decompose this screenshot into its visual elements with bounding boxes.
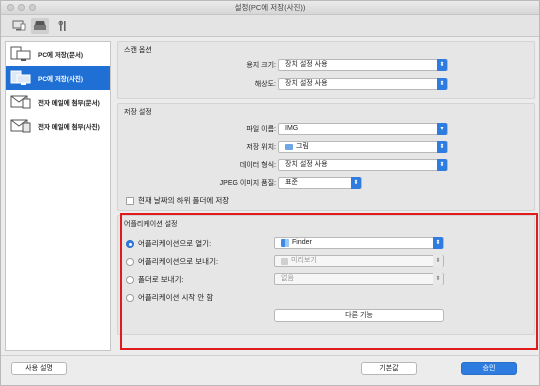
paper-size-label: 용지 크기:	[246, 62, 276, 69]
title-bar: 설정(PC에 저장(사진))	[1, 1, 539, 15]
folder-icon	[285, 144, 293, 150]
sidebar-item-label: 전자 메일에 첨부(사진)	[38, 124, 100, 131]
resolution-value: 장치 설정 사용	[285, 80, 328, 87]
jpeg-quality-value: 표준	[285, 179, 298, 186]
close-button[interactable]	[7, 4, 14, 11]
sidebar-item-email-document[interactable]: 전자 메일에 첨부(문서)	[6, 90, 110, 114]
tools-icon	[58, 20, 66, 31]
chevron-updown-icon: ⬍	[437, 59, 447, 71]
tab-scan-from-computer[interactable]	[10, 18, 28, 34]
jpeg-quality-select[interactable]: 표준 ⬍	[278, 177, 362, 189]
tab-general-settings[interactable]	[54, 18, 72, 34]
email-attach-photo-icon	[9, 117, 33, 135]
section-title: 저장 설정	[124, 109, 152, 116]
data-format-select[interactable]: 장치 설정 사용 ⬍	[278, 159, 448, 171]
data-format-label: 데이터 형식:	[239, 162, 276, 169]
subfolder-checkbox[interactable]	[126, 196, 134, 205]
sidebar-item-label: PC에 저장(사진)	[38, 76, 84, 83]
window-controls	[7, 4, 36, 11]
settings-window: 설정(PC에 저장(사진)) PC에 저장(문서) PC에 저장(사진) 전자 …	[0, 0, 540, 386]
pc-save-photo-icon	[9, 69, 33, 87]
resolution-select[interactable]: 장치 설정 사용 ⬍	[278, 78, 448, 90]
save-location-select[interactable]: 그림 ⬍	[278, 141, 448, 153]
chevron-updown-icon: ⬍	[351, 177, 361, 189]
computer-scan-icon	[12, 20, 26, 31]
sidebar: PC에 저장(문서) PC에 저장(사진) 전자 메일에 첨부(문서) 전자 메…	[5, 41, 111, 351]
paper-size-select[interactable]: 장치 설정 사용 ⬍	[278, 59, 448, 71]
pc-save-document-icon	[9, 45, 33, 63]
sidebar-item-pc-document[interactable]: PC에 저장(문서)	[6, 42, 110, 66]
toolbar	[1, 15, 539, 37]
subfolder-option[interactable]: 현재 날짜의 하위 폴더에 저장	[126, 195, 229, 206]
section-title: 스캔 옵션	[124, 47, 152, 54]
filename-input[interactable]: IMG ▾	[278, 123, 448, 135]
tab-scan-from-panel[interactable]	[31, 18, 49, 34]
filename-value: IMG	[285, 125, 299, 132]
chevron-updown-icon: ⬍	[437, 141, 447, 153]
resolution-label: 해상도:	[254, 81, 276, 88]
minimize-button[interactable]	[18, 4, 25, 11]
sidebar-item-label: PC에 저장(문서)	[38, 52, 84, 59]
zoom-button[interactable]	[29, 4, 36, 11]
data-format-value: 장치 설정 사용	[285, 161, 328, 168]
chevron-down-icon: ▾	[437, 123, 447, 135]
highlight-box	[120, 213, 538, 350]
window-title: 설정(PC에 저장(사진))	[234, 3, 306, 12]
email-attach-document-icon	[9, 93, 33, 111]
defaults-button[interactable]: 기본값	[361, 362, 417, 375]
save-settings-section: 저장 설정 파일 이름: IMG ▾ 저장 위치: 그림 ⬍ 데이터 형식: 장…	[117, 103, 535, 211]
sidebar-item-label: 전자 메일에 첨부(문서)	[38, 100, 100, 107]
paper-size-value: 장치 설정 사용	[285, 61, 328, 68]
sidebar-item-email-photo[interactable]: 전자 메일에 첨부(사진)	[6, 114, 110, 138]
sidebar-item-pc-photo[interactable]: PC에 저장(사진)	[6, 66, 110, 90]
save-location-label: 저장 위치:	[246, 144, 276, 151]
filename-label: 파일 이름:	[246, 126, 276, 133]
scan-options-section: 스캔 옵션 용지 크기: 장치 설정 사용 ⬍ 해상도: 장치 설정 사용 ⬍	[117, 41, 535, 99]
ok-button[interactable]: 승인	[461, 362, 517, 375]
divider	[1, 355, 540, 356]
save-location-value: 그림	[296, 143, 309, 150]
chevron-updown-icon: ⬍	[437, 78, 447, 90]
instructions-button[interactable]: 사용 설명	[11, 362, 67, 375]
jpeg-quality-label: JPEG 이미지 품질:	[219, 180, 276, 187]
scanner-panel-icon	[34, 21, 46, 30]
chevron-updown-icon: ⬍	[437, 159, 447, 171]
subfolder-label: 현재 날짜의 하위 폴더에 저장	[138, 196, 230, 205]
